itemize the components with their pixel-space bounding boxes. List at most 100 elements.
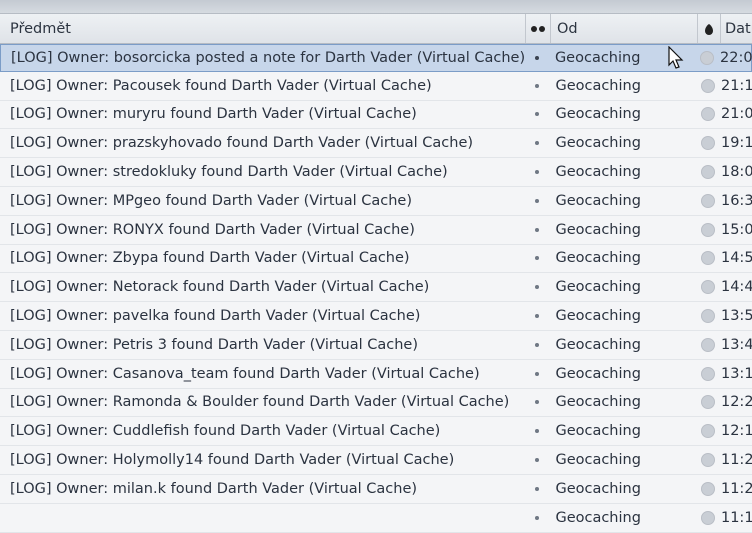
- message-from: Geocaching: [555, 509, 641, 526]
- thread-dot-icon: [534, 227, 539, 232]
- message-from: Geocaching: [555, 308, 641, 325]
- thread-dot-icon: [534, 55, 539, 60]
- read-status-icon[interactable]: [700, 453, 715, 468]
- message-date: 12:14: [720, 423, 752, 440]
- column-header-from-label: Od: [557, 20, 578, 37]
- read-status-icon[interactable]: [700, 193, 715, 208]
- message-row[interactable]: [LOG] Owner: Pacousek found Darth Vader …: [0, 71, 752, 101]
- message-date: 13:44: [720, 336, 752, 353]
- column-header-from[interactable]: Od: [551, 14, 698, 43]
- message-date: 22:04: [720, 49, 752, 66]
- message-date: 14:43: [720, 279, 752, 296]
- message-date: 19:14: [720, 135, 752, 152]
- read-status-icon[interactable]: [700, 136, 715, 151]
- message-row[interactable]: [LOG] Owner: RONYX found Darth Vader (Vi…: [0, 215, 752, 245]
- message-date: 13:16: [720, 365, 752, 382]
- column-header-subject[interactable]: Předmět: [0, 14, 526, 43]
- message-from: Geocaching: [555, 221, 641, 238]
- mouse-cursor-icon: [668, 46, 684, 69]
- read-status-icon[interactable]: [700, 481, 715, 496]
- read-status-icon[interactable]: [700, 78, 715, 93]
- read-status-icon[interactable]: [700, 309, 715, 324]
- message-subject: [LOG] Owner: pavelka found Darth Vader (…: [10, 308, 421, 325]
- read-status-icon[interactable]: [700, 107, 715, 122]
- read-status-icon[interactable]: [700, 424, 715, 439]
- read-status-icon[interactable]: [700, 366, 715, 381]
- message-row[interactable]: [LOG] Owner: muryru found Darth Vader (V…: [0, 100, 752, 130]
- read-status-icon[interactable]: [700, 222, 715, 237]
- read-status-icon[interactable]: [700, 165, 715, 180]
- message-date: 14:56: [720, 250, 752, 267]
- message-from: Geocaching: [555, 106, 641, 123]
- read-status-icon[interactable]: [700, 337, 715, 352]
- message-date: 12:23: [720, 394, 752, 411]
- thread-dot-icon: [534, 371, 539, 376]
- message-subject: [LOG] Owner: bosorcicka posted a note fo…: [11, 49, 525, 66]
- message-row[interactable]: [LOG] Owner: Netorack found Darth Vader …: [0, 273, 752, 303]
- message-date: 15:04: [720, 221, 752, 238]
- message-subject: [LOG] Owner: Casanova_team found Darth V…: [10, 365, 480, 382]
- message-date: 11:27: [720, 480, 752, 497]
- column-header-thread[interactable]: [526, 14, 551, 43]
- thread-dot-icon: [534, 112, 539, 117]
- message-row[interactable]: Geocaching 11:10: [0, 503, 752, 533]
- message-row[interactable]: [LOG] Owner: Casanova_team found Darth V…: [0, 359, 752, 389]
- message-list: [LOG] Owner: bosorcicka posted a note fo…: [0, 44, 752, 533]
- message-from: Geocaching: [555, 365, 641, 382]
- message-date: 21:16: [720, 77, 752, 94]
- read-status-icon[interactable]: [700, 510, 715, 525]
- message-date: 16:36: [720, 192, 752, 209]
- thread-dot-icon: [534, 285, 539, 290]
- message-subject: [LOG] Owner: Cuddlefish found Darth Vade…: [10, 423, 441, 440]
- message-date: 18:04: [720, 164, 752, 181]
- message-row[interactable]: [LOG] Owner: bosorcicka posted a note fo…: [0, 44, 752, 72]
- message-row[interactable]: [LOG] Owner: milan.k found Darth Vader (…: [0, 474, 752, 504]
- read-status-icon: [705, 23, 713, 35]
- message-row[interactable]: [LOG] Owner: Petris 3 found Darth Vader …: [0, 330, 752, 360]
- message-from: Geocaching: [555, 336, 641, 353]
- message-row[interactable]: [LOG] Owner: Holymolly14 found Darth Vad…: [0, 446, 752, 475]
- message-row[interactable]: [LOG] Owner: Zbypa found Darth Vader (Vi…: [0, 244, 752, 274]
- message-row[interactable]: [LOG] Owner: pavelka found Darth Vader (…: [0, 302, 752, 331]
- message-date: 13:59: [720, 308, 752, 325]
- read-status-icon[interactable]: [700, 395, 715, 410]
- thread-dot-icon: [534, 400, 539, 405]
- message-row[interactable]: [LOG] Owner: Ramonda & Boulder found Dar…: [0, 388, 752, 418]
- message-from: Geocaching: [555, 77, 641, 94]
- message-from: Geocaching: [555, 394, 641, 411]
- message-subject: [LOG] Owner: MPgeo found Darth Vader (Vi…: [10, 192, 413, 209]
- column-header-date-label: Datum: [725, 20, 752, 37]
- thread-dot-icon: [534, 429, 539, 434]
- message-subject: [LOG] Owner: Pacousek found Darth Vader …: [10, 77, 432, 94]
- message-subject: [LOG] Owner: Holymolly14 found Darth Vad…: [10, 452, 455, 469]
- thread-dot-icon: [534, 314, 539, 319]
- message-list-header: Předmět Od Datum: [0, 14, 752, 44]
- message-row[interactable]: [LOG] Owner: Cuddlefish found Darth Vade…: [0, 417, 752, 447]
- message-subject: [LOG] Owner: Zbypa found Darth Vader (Vi…: [10, 250, 410, 267]
- message-row[interactable]: [LOG] Owner: prazskyhovado found Darth V…: [0, 129, 752, 159]
- message-from: Geocaching: [555, 279, 641, 296]
- read-status-icon[interactable]: [699, 50, 714, 65]
- message-from: Geocaching: [555, 250, 641, 267]
- thread-dot-icon: [534, 256, 539, 261]
- message-from: Geocaching: [555, 423, 641, 440]
- message-from: Geocaching: [555, 135, 641, 152]
- column-header-status[interactable]: [698, 14, 721, 43]
- thread-dot-icon: [534, 170, 539, 175]
- read-status-icon[interactable]: [700, 280, 715, 295]
- message-from: Geocaching: [555, 452, 641, 469]
- message-row[interactable]: [LOG] Owner: MPgeo found Darth Vader (Vi…: [0, 186, 752, 216]
- message-from: Geocaching: [555, 480, 641, 497]
- message-subject: [LOG] Owner: stredokluky found Darth Vad…: [10, 164, 448, 181]
- thread-dot-icon: [534, 515, 539, 520]
- thread-icon: [531, 25, 545, 32]
- message-row[interactable]: [LOG] Owner: stredokluky found Darth Vad…: [0, 158, 752, 187]
- read-status-icon[interactable]: [700, 251, 715, 266]
- message-date: 21:09: [720, 106, 752, 123]
- message-date: 11:10: [720, 509, 752, 526]
- column-header-date[interactable]: Datum: [721, 14, 752, 43]
- message-subject: [LOG] Owner: Petris 3 found Darth Vader …: [10, 336, 418, 353]
- message-from: Geocaching: [555, 164, 641, 181]
- message-subject: [LOG] Owner: muryru found Darth Vader (V…: [10, 106, 417, 123]
- thread-dot-icon: [534, 141, 539, 146]
